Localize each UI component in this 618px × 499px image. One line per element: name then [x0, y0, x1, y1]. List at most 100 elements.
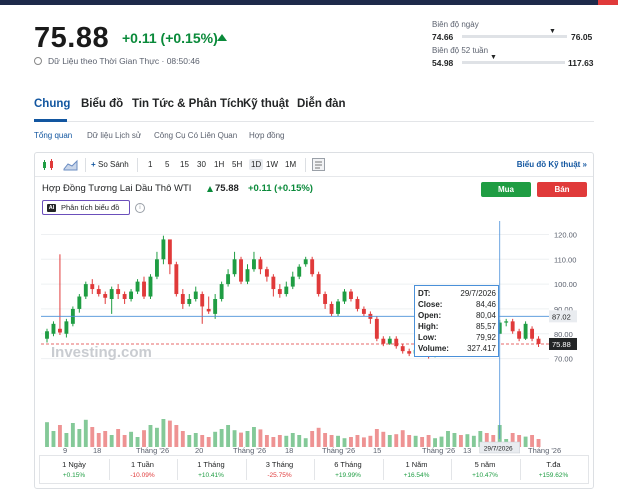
- x-tick-label: Tháng '26: [136, 446, 169, 455]
- candle-body: [83, 284, 88, 297]
- tab-chung[interactable]: Chung: [34, 98, 70, 110]
- period-divider: [314, 459, 315, 480]
- tooltip-row: DT: 29/7/2026: [418, 289, 496, 300]
- volume-bar: [290, 433, 295, 447]
- candle-body: [155, 259, 159, 277]
- volume-bar: [187, 435, 192, 447]
- volume-bar: [523, 436, 528, 447]
- volume-bar: [45, 422, 49, 447]
- subtab-related-tools[interactable]: Công Cụ Có Liên Quan: [154, 131, 237, 140]
- candle-body: [206, 308, 211, 312]
- volume-bar: [193, 433, 198, 447]
- volume-bar: [109, 435, 114, 447]
- interval-15[interactable]: 15: [180, 160, 189, 169]
- tooltip-value: 85,57: [475, 322, 496, 331]
- volume-bar: [413, 435, 418, 447]
- volume-bar: [452, 433, 457, 447]
- period-label: 5 năm: [474, 460, 496, 469]
- period-4[interactable]: 6 Tháng +19.99%: [314, 456, 383, 483]
- week52-range-track: [462, 61, 565, 64]
- period-6[interactable]: 5 năm +10.47%: [451, 456, 520, 483]
- interval-1[interactable]: 1: [148, 160, 152, 169]
- candle-body: [258, 259, 263, 270]
- candle-body: [77, 296, 82, 309]
- candle-body: [96, 289, 101, 295]
- info-icon[interactable]: i: [135, 203, 145, 213]
- tab-technical[interactable]: Kỹ thuật: [243, 98, 289, 110]
- volume-bar: [180, 431, 185, 447]
- volume-bar: [232, 430, 237, 447]
- candle-body: [310, 259, 315, 275]
- volume-bar: [142, 430, 146, 447]
- volume-bar: [394, 434, 399, 447]
- up-arrow-icon: [217, 34, 227, 41]
- technical-chart-link[interactable]: Biểu đồ Kỹ thuật »: [517, 160, 587, 169]
- subtab-contracts[interactable]: Hợp đồng: [249, 131, 285, 140]
- interval-1d[interactable]: 1D: [249, 159, 264, 170]
- period-2[interactable]: 1 Tháng +10.41%: [177, 456, 246, 483]
- day-range-track: [462, 35, 567, 38]
- tab-chart[interactable]: Biểu đồ: [81, 98, 123, 110]
- price-change: +0.11 (+0.15%): [122, 30, 218, 46]
- candle-body: [277, 289, 282, 295]
- candlestick-type-icon[interactable]: [41, 158, 55, 172]
- candle-body: [245, 269, 250, 282]
- investing-watermark: Investing.com: [51, 344, 152, 361]
- volume-bar: [70, 423, 75, 447]
- interval-1w[interactable]: 1W: [266, 160, 278, 169]
- candle-body: [400, 346, 405, 352]
- y-tick-label: 120.00: [554, 230, 577, 239]
- sell-button[interactable]: Bán: [537, 182, 587, 197]
- toolbar-divider: [85, 158, 86, 172]
- x-tick-label: Tháng '26: [322, 446, 355, 455]
- x-tick-label: 18: [285, 446, 293, 455]
- candle-body: [252, 259, 256, 270]
- subtab-overview[interactable]: Tổng quan: [34, 131, 72, 140]
- candle-body: [148, 276, 153, 297]
- buy-button[interactable]: Mua: [481, 182, 531, 197]
- tab-news-analysis[interactable]: Tin Tức & Phân Tích: [132, 98, 244, 110]
- period-divider: [245, 459, 247, 480]
- period-7[interactable]: T.đa +159.62%: [520, 456, 589, 483]
- week52-range-high: 117.63: [568, 58, 594, 68]
- interval-30[interactable]: 30: [197, 160, 206, 169]
- volume-bar: [245, 431, 250, 447]
- candle-body: [394, 338, 399, 347]
- period-label: 1 Ngày: [62, 460, 86, 469]
- volume-bar: [316, 427, 321, 447]
- volume-bar: [239, 432, 243, 447]
- tooltip-value: 29/7/2026: [460, 289, 496, 298]
- candle-body: [271, 276, 276, 290]
- period-label: T.đa: [546, 460, 561, 469]
- candle-body: [122, 294, 127, 299]
- volume-bar: [129, 431, 134, 447]
- candle-body: [213, 299, 218, 314]
- compare-button[interactable]: So Sánh: [98, 160, 129, 169]
- x-tick-label: Tháng '26: [422, 446, 455, 455]
- ai-chart-analysis-button[interactable]: AI Phân tích biểu đồ: [42, 200, 130, 215]
- period-5[interactable]: 1 Năm +16.54%: [383, 456, 452, 483]
- candle-body: [530, 328, 535, 339]
- interval-5[interactable]: 5: [165, 160, 169, 169]
- candle-body: [109, 289, 114, 299]
- volume-bar: [400, 430, 405, 447]
- tooltip-row: High: 85,57: [418, 322, 496, 333]
- toolbar-divider: [305, 158, 306, 172]
- interval-1m[interactable]: 1M: [285, 160, 296, 169]
- candle-body: [361, 308, 366, 314]
- tab-forum[interactable]: Diễn đàn: [297, 98, 346, 110]
- area-chart-icon[interactable]: [63, 158, 79, 172]
- volume-bar: [57, 425, 62, 447]
- interval-5h[interactable]: 5H: [232, 160, 242, 169]
- indicator-icon[interactable]: [312, 158, 325, 171]
- week52-range-low: 54.98: [432, 58, 454, 68]
- price-chart[interactable]: 120.00110.00100.0090.0080.0070.00Investi…: [35, 221, 593, 455]
- crosshair-date-label: 29/7/2026: [484, 446, 513, 453]
- period-1[interactable]: 1 Tuần -10.09%: [109, 456, 178, 483]
- volume-bar: [471, 435, 476, 447]
- period-3[interactable]: 3 Tháng -25.75%: [246, 456, 315, 483]
- period-0[interactable]: 1 Ngày +0.15%: [40, 456, 109, 483]
- active-tab-indicator: [34, 119, 67, 122]
- subtab-historical-data[interactable]: Dữ liệu Lịch sử: [87, 131, 141, 140]
- interval-1h[interactable]: 1H: [214, 160, 224, 169]
